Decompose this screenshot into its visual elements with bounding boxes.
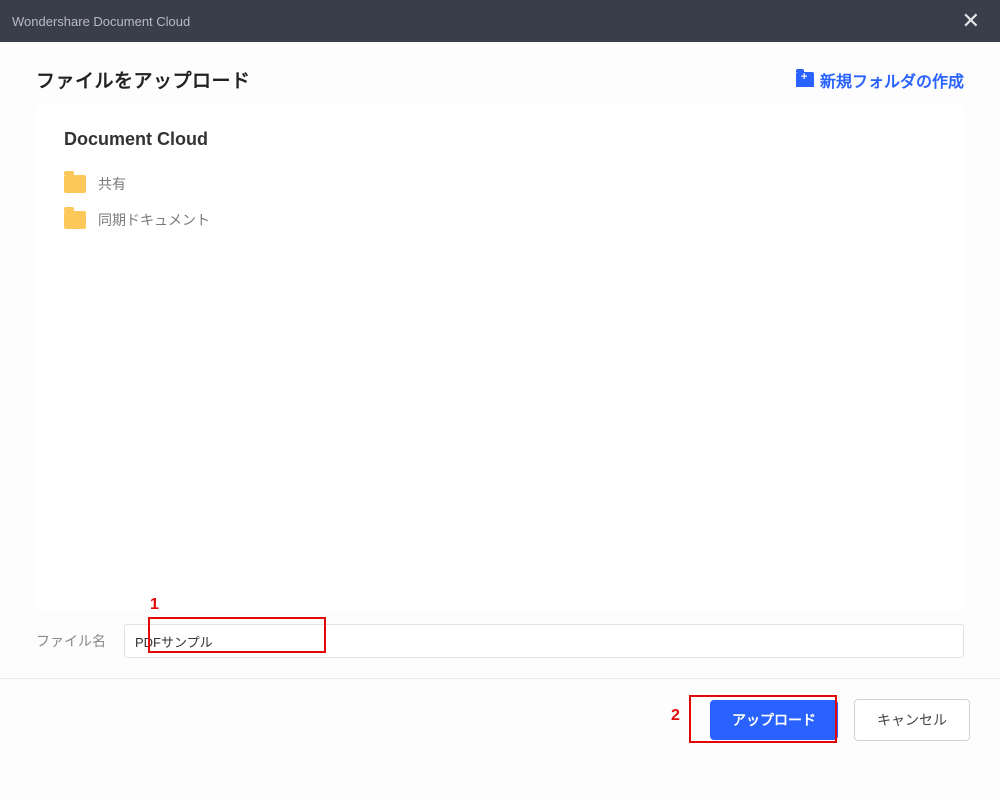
titlebar: Wondershare Document Cloud ✕: [0, 0, 1000, 42]
annotation-number-2: 2: [671, 707, 680, 725]
annotation-number-1: 1: [150, 596, 159, 614]
close-icon[interactable]: ✕: [954, 6, 988, 36]
folder-row[interactable]: 同期ドキュメント: [64, 202, 936, 238]
new-folder-label: 新規フォルダの作成: [820, 68, 964, 92]
filename-row: ファイル名 1: [0, 610, 1000, 678]
new-folder-button[interactable]: 新規フォルダの作成: [796, 68, 964, 92]
folder-row[interactable]: 共有: [64, 166, 936, 202]
footer: アップロード キャンセル 2: [0, 678, 1000, 761]
cancel-button[interactable]: キャンセル: [854, 699, 970, 741]
filename-label: ファイル名: [36, 631, 106, 651]
breadcrumb[interactable]: Document Cloud: [64, 129, 936, 150]
folder-icon: [64, 175, 86, 193]
folder-plus-icon: [796, 72, 814, 87]
folder-label: 同期ドキュメント: [98, 210, 210, 230]
folder-icon: [64, 211, 86, 229]
content-card: Document Cloud 共有 同期ドキュメント: [36, 105, 964, 610]
page-title: ファイルをアップロード: [36, 66, 251, 93]
filename-input[interactable]: [124, 624, 964, 658]
folder-label: 共有: [98, 174, 126, 194]
header: ファイルをアップロード 新規フォルダの作成: [0, 42, 1000, 105]
titlebar-text: Wondershare Document Cloud: [12, 14, 190, 29]
upload-button[interactable]: アップロード: [710, 700, 838, 740]
